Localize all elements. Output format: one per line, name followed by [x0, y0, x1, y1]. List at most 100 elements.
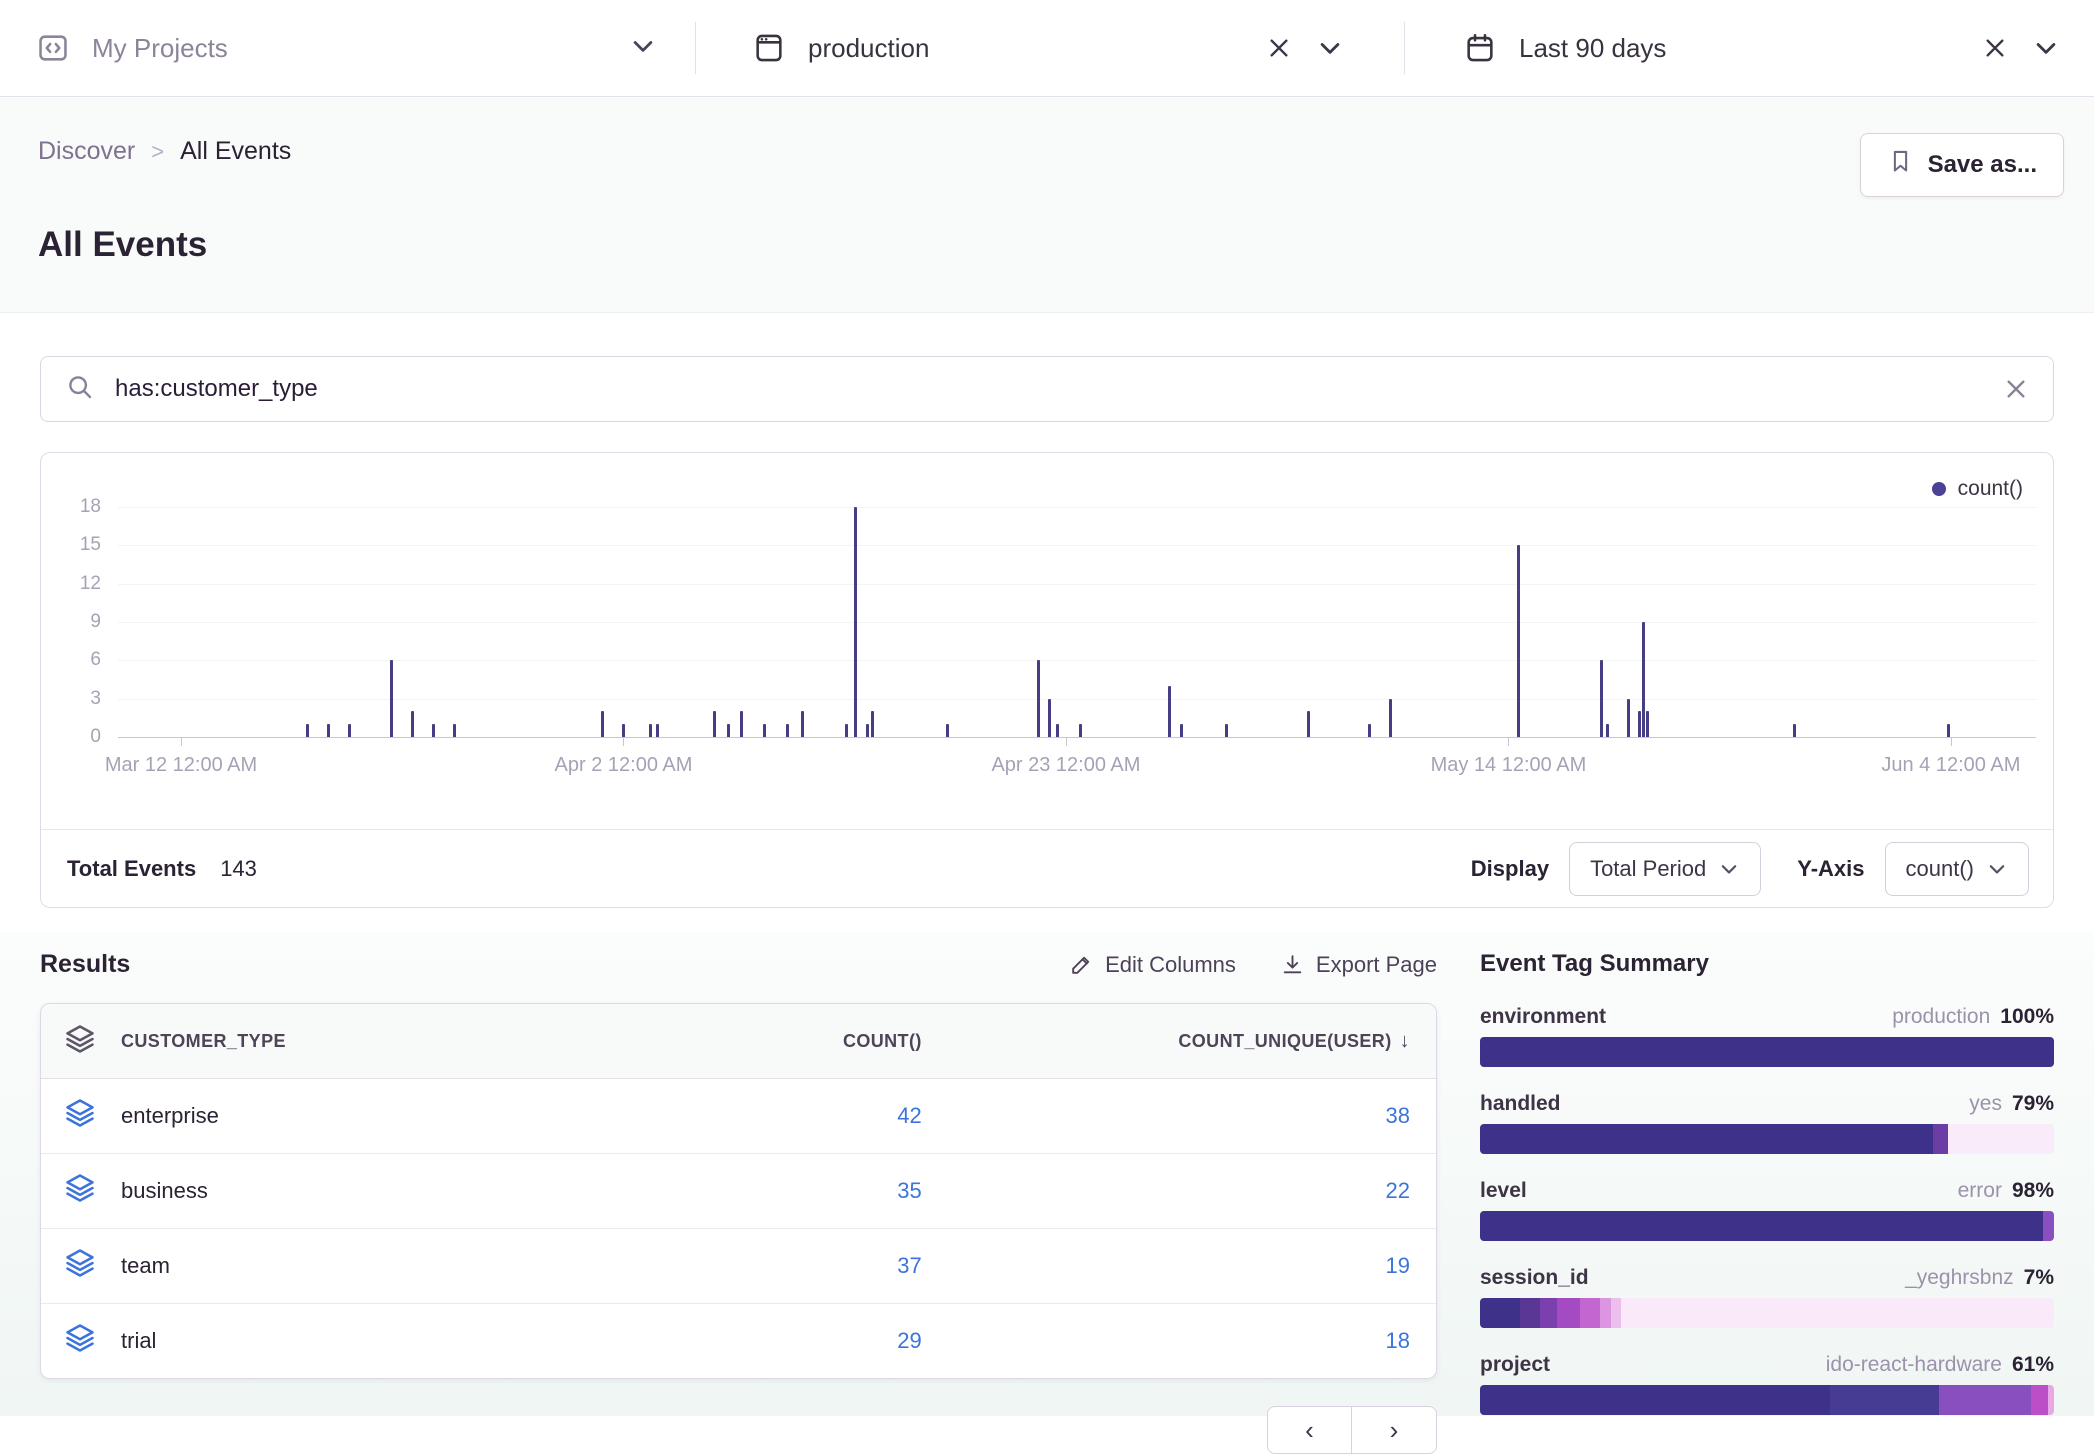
tag-top-percent: 79%	[2012, 1090, 2054, 1118]
tag-bar-segment[interactable]	[2043, 1211, 2054, 1241]
top-filter-bar: My Projects production Last 90 days	[0, 0, 2094, 97]
tag-bar-segment[interactable]	[1480, 1385, 1830, 1415]
tag-bar-segment[interactable]	[1933, 1124, 1947, 1154]
yaxis-select[interactable]: count()	[1885, 842, 2029, 896]
tag-bar-segment[interactable]	[1540, 1298, 1557, 1328]
column-header-count-unique[interactable]: COUNT_UNIQUE(USER)↓	[948, 1030, 1436, 1053]
export-page-button[interactable]: Export Page	[1280, 952, 1437, 978]
edit-columns-label: Edit Columns	[1105, 952, 1236, 978]
tag-top-percent: 100%	[2000, 1003, 2054, 1031]
stack-icon	[65, 1098, 95, 1134]
chart-gridline	[118, 545, 2036, 546]
chart-bar	[1517, 545, 1520, 737]
tag-bar-segment[interactable]	[1600, 1298, 1611, 1328]
tag-top-value: _yeghrsbnz	[1905, 1264, 2014, 1292]
tag-name: level	[1480, 1177, 1527, 1205]
tag-bar-segment[interactable]	[1948, 1124, 2054, 1154]
chart-bar	[866, 724, 869, 737]
date-range-filter[interactable]: Last 90 days	[1405, 0, 2094, 96]
tag-bar-segment[interactable]	[2031, 1385, 2048, 1415]
previous-page-button[interactable]: ‹	[1267, 1406, 1352, 1454]
download-icon	[1280, 952, 1305, 977]
tag-name: project	[1480, 1351, 1550, 1379]
tag-top-value: ido-react-hardware	[1826, 1351, 2002, 1379]
cell-count-link[interactable]: 29	[897, 1328, 921, 1353]
tag-bar-segment[interactable]	[1520, 1298, 1540, 1328]
tag-bar-segment[interactable]	[1480, 1124, 1933, 1154]
chart-bar	[1638, 711, 1641, 737]
chart-bar	[740, 711, 743, 737]
cell-count-link[interactable]: 35	[897, 1178, 921, 1203]
y-axis-tick-label: 9	[41, 611, 101, 633]
next-page-button[interactable]: ›	[1352, 1406, 1437, 1454]
chart-bar	[1947, 724, 1950, 737]
chart-bar	[801, 711, 804, 737]
project-selector-label: My Projects	[92, 33, 228, 64]
clear-search-icon[interactable]	[2003, 376, 2029, 402]
cell-count-link[interactable]: 42	[897, 1103, 921, 1128]
pencil-icon	[1069, 952, 1094, 977]
tag-top-value: error	[1958, 1177, 2002, 1205]
tag-bar-segment[interactable]	[1480, 1298, 1520, 1328]
breadcrumb-current: All Events	[180, 137, 291, 166]
bookmark-icon	[1887, 148, 1914, 182]
clear-date-icon[interactable]	[1982, 35, 2008, 61]
chevron-down-icon[interactable]	[629, 32, 657, 65]
tag-bar-segment[interactable]	[1621, 1298, 2054, 1328]
cell-count-unique-link[interactable]: 18	[1386, 1328, 1410, 1353]
column-header-customer-type[interactable]: CUSTOMER_TYPE	[121, 1031, 286, 1052]
x-axis-tick	[181, 738, 182, 746]
tag-bar-segment[interactable]	[1480, 1211, 2043, 1241]
cell-count-unique-link[interactable]: 38	[1386, 1103, 1410, 1128]
chart-bar	[432, 724, 435, 737]
tag-bar-segment[interactable]	[1611, 1298, 1620, 1328]
tag-distribution-bar	[1480, 1385, 2054, 1415]
x-axis-tick	[1508, 738, 1509, 746]
search-bar[interactable]	[40, 356, 2054, 422]
cell-count-unique-link[interactable]: 19	[1386, 1253, 1410, 1278]
x-axis-tick-label: Mar 12 12:00 AM	[105, 754, 257, 777]
display-select[interactable]: Total Period	[1569, 842, 1761, 896]
y-axis-tick-label: 12	[41, 573, 101, 595]
chart-bar	[622, 724, 625, 737]
search-input[interactable]	[113, 374, 1985, 404]
results-title: Results	[40, 950, 130, 979]
x-axis-tick	[623, 738, 624, 746]
chevron-down-icon	[1986, 858, 2008, 880]
project-selector[interactable]: My Projects	[0, 0, 695, 96]
table-header-row: CUSTOMER_TYPE COUNT() COUNT_UNIQUE(USER)…	[41, 1004, 1436, 1079]
stack-icon	[65, 1173, 95, 1209]
save-as-button[interactable]: Save as...	[1860, 133, 2064, 197]
x-axis-tick-label: Apr 2 12:00 AM	[555, 754, 693, 777]
y-axis-tick-label: 0	[41, 726, 101, 748]
tag-bar-segment[interactable]	[2048, 1385, 2054, 1415]
column-header-count[interactable]: COUNT()	[669, 1031, 948, 1052]
edit-columns-button[interactable]: Edit Columns	[1069, 952, 1236, 978]
tag-bar-segment[interactable]	[1480, 1037, 2054, 1067]
tag-bar-segment[interactable]	[1557, 1298, 1580, 1328]
event-tag-summary: Event Tag Summary environmentproduction1…	[1480, 950, 2054, 1415]
tag-bar-segment[interactable]	[1580, 1298, 1600, 1328]
chevron-down-icon	[1718, 858, 1740, 880]
sort-desc-arrow-icon: ↓	[1400, 1030, 1410, 1052]
chart-gridline	[118, 507, 2036, 508]
environment-filter[interactable]: production	[696, 0, 1404, 96]
chart-bar	[1627, 699, 1630, 737]
tag-bar-segment[interactable]	[1939, 1385, 2031, 1415]
y-axis-tick-label: 15	[41, 534, 101, 556]
chart-bar	[1079, 724, 1082, 737]
x-axis-tick	[1951, 738, 1952, 746]
clear-environment-icon[interactable]	[1266, 35, 1292, 61]
breadcrumb-discover-link[interactable]: Discover	[38, 137, 135, 166]
display-label: Display	[1471, 856, 1549, 882]
chevron-down-icon[interactable]	[1316, 34, 1344, 62]
cell-count-unique-link[interactable]: 22	[1386, 1178, 1410, 1203]
cell-count-link[interactable]: 37	[897, 1253, 921, 1278]
tag-bar-segment[interactable]	[1830, 1385, 1939, 1415]
chart-bar	[656, 724, 659, 737]
window-icon	[752, 31, 786, 65]
events-chart-panel: count() 0369121518Mar 12 12:00 AMApr 2 1…	[40, 452, 2054, 908]
chevron-down-icon[interactable]	[2032, 34, 2060, 62]
breadcrumb-separator-icon: >	[151, 139, 164, 165]
chart-bar	[1307, 711, 1310, 737]
